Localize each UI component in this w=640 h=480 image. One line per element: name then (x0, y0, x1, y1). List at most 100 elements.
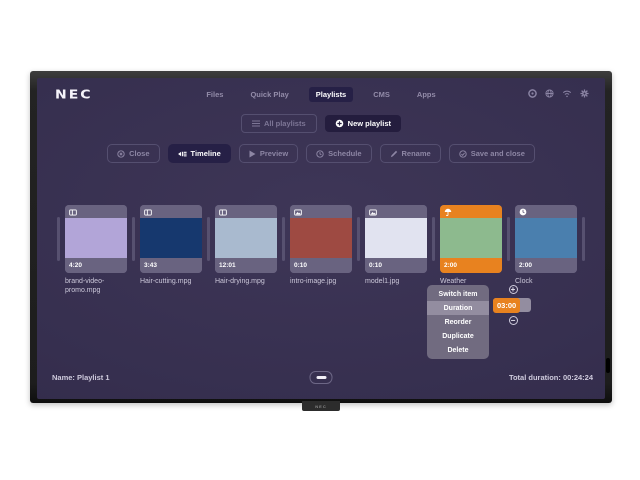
minus-icon (316, 376, 326, 379)
thumbnail (65, 218, 127, 258)
timeline-label: Timeline (191, 149, 221, 158)
clock-icon (316, 150, 324, 158)
close-button[interactable]: Close (107, 144, 159, 163)
top-nav: Files Quick Play Playlists CMS Apps (37, 87, 605, 102)
item-context-menu: Switch item Duration Reorder Duplicate D… (427, 285, 489, 359)
clock-icon (519, 205, 527, 221)
thumbnail (290, 218, 352, 258)
drag-handle[interactable] (507, 217, 510, 261)
thumbnail (365, 218, 427, 258)
item-duration: 2:00 (519, 262, 532, 269)
rename-button[interactable]: Rename (380, 144, 441, 163)
timeline-button[interactable]: Timeline (168, 144, 231, 163)
drag-handle[interactable] (282, 217, 285, 261)
nec-badge-label: NEC (315, 404, 326, 409)
duration-stepper: + 03:00 − (493, 285, 533, 325)
status-icon-group (528, 89, 589, 98)
save-and-close-button[interactable]: Save and close (449, 144, 535, 163)
item-duration: 4:20 (69, 262, 82, 269)
usb-icon[interactable] (528, 89, 537, 98)
item-duration: 0:10 (294, 262, 307, 269)
thumbnail (440, 218, 502, 258)
menu-item-duplicate[interactable]: Duplicate (427, 329, 489, 343)
wifi-icon[interactable] (562, 89, 572, 98)
preview-label: Preview (260, 149, 288, 158)
list-icon (252, 120, 260, 127)
timeline-strip: 4:20 brand-video-promo.mpg 3:43 Hair-cut… (37, 205, 605, 295)
timeline-item-intro-image[interactable]: 0:10 intro-image.jpg (290, 205, 352, 287)
rename-label: Rename (402, 149, 431, 158)
item-duration: 3:43 (144, 262, 157, 269)
monitor-badge: NEC (302, 401, 340, 411)
plus-circle-icon (335, 119, 344, 128)
thumbnail (140, 218, 202, 258)
timeline-item-hair-drying[interactable]: 12:01 Hair-drying.mpg (215, 205, 277, 287)
decrease-duration-button[interactable]: − (509, 316, 518, 325)
tab-cms[interactable]: CMS (366, 87, 397, 102)
film-icon (69, 205, 77, 221)
all-playlists-label: All playlists (264, 119, 306, 128)
item-duration: 0:10 (369, 262, 382, 269)
item-duration: 12:01 (219, 262, 236, 269)
media-player-screen: NEC Files Quick Play Playlists CMS Apps (37, 78, 605, 399)
globe-icon[interactable] (545, 89, 554, 98)
film-icon (144, 205, 152, 221)
drag-handle[interactable] (207, 217, 210, 261)
new-playlist-label: New playlist (348, 119, 391, 128)
gear-icon[interactable] (580, 89, 589, 98)
image-icon (369, 205, 377, 221)
image-icon (294, 205, 302, 221)
save-and-close-label: Save and close (471, 149, 525, 158)
tab-quick-play[interactable]: Quick Play (243, 87, 295, 102)
menu-item-duration[interactable]: Duration (427, 301, 489, 315)
close-circle-icon (117, 150, 125, 158)
thumbnail (215, 218, 277, 258)
duration-value: 03:00 (493, 298, 520, 313)
increase-duration-button[interactable]: + (509, 285, 518, 294)
item-name: model1.jpg (365, 278, 427, 287)
tab-playlists[interactable]: Playlists (309, 87, 353, 102)
collapse-handle[interactable] (310, 371, 333, 384)
menu-item-switch-item[interactable]: Switch item (427, 287, 489, 301)
tab-files[interactable]: Files (199, 87, 230, 102)
film-icon (219, 205, 227, 221)
timeline-item-model1[interactable]: 0:10 model1.jpg (365, 205, 427, 287)
timeline-item-clock[interactable]: 2:00 Clock (515, 205, 577, 287)
drag-handle[interactable] (432, 217, 435, 261)
item-name: intro-image.jpg (290, 278, 352, 287)
drag-handle[interactable] (57, 217, 60, 261)
schedule-label: Schedule (328, 149, 361, 158)
drag-handle[interactable] (132, 217, 135, 261)
check-circle-icon (459, 150, 467, 158)
duration-field[interactable]: 03:00 (493, 298, 531, 312)
bezel-sensor (606, 358, 610, 373)
total-duration: Total duration: 00:24:24 (509, 373, 593, 382)
playlist-actions: All playlists New playlist (37, 114, 605, 133)
menu-item-delete[interactable]: Delete (427, 343, 489, 357)
timeline-toolbar: Close Timeline Preview Schedule (37, 144, 605, 163)
playlist-name: Name: Playlist 1 (52, 373, 110, 382)
all-playlists-button[interactable]: All playlists (241, 114, 317, 133)
timeline-item-weather[interactable]: 2:00 Weather (440, 205, 502, 287)
umbrella-icon (444, 205, 452, 221)
tab-apps[interactable]: Apps (410, 87, 443, 102)
drag-handle[interactable] (582, 217, 585, 261)
play-icon (249, 150, 256, 158)
nec-display: NEC Files Quick Play Playlists CMS Apps (30, 71, 612, 403)
close-label: Close (129, 149, 149, 158)
new-playlist-button[interactable]: New playlist (325, 115, 401, 132)
timeline-icon (178, 150, 187, 158)
drag-handle[interactable] (357, 217, 360, 261)
timeline-item-hair-cutting[interactable]: 3:43 Hair-cutting.mpg (140, 205, 202, 287)
preview-button[interactable]: Preview (239, 144, 298, 163)
item-name: Hair-cutting.mpg (140, 278, 202, 287)
thumbnail (515, 218, 577, 258)
item-name: brand-video-promo.mpg (65, 278, 127, 295)
pencil-icon (390, 150, 398, 158)
item-name: Hair-drying.mpg (215, 278, 277, 287)
schedule-button[interactable]: Schedule (306, 144, 371, 163)
timeline-item-brand-video[interactable]: 4:20 brand-video-promo.mpg (65, 205, 127, 295)
item-duration: 2:00 (444, 262, 457, 269)
status-bar: Name: Playlist 1 Total duration: 00:24:2… (37, 373, 605, 387)
menu-item-reorder[interactable]: Reorder (427, 315, 489, 329)
